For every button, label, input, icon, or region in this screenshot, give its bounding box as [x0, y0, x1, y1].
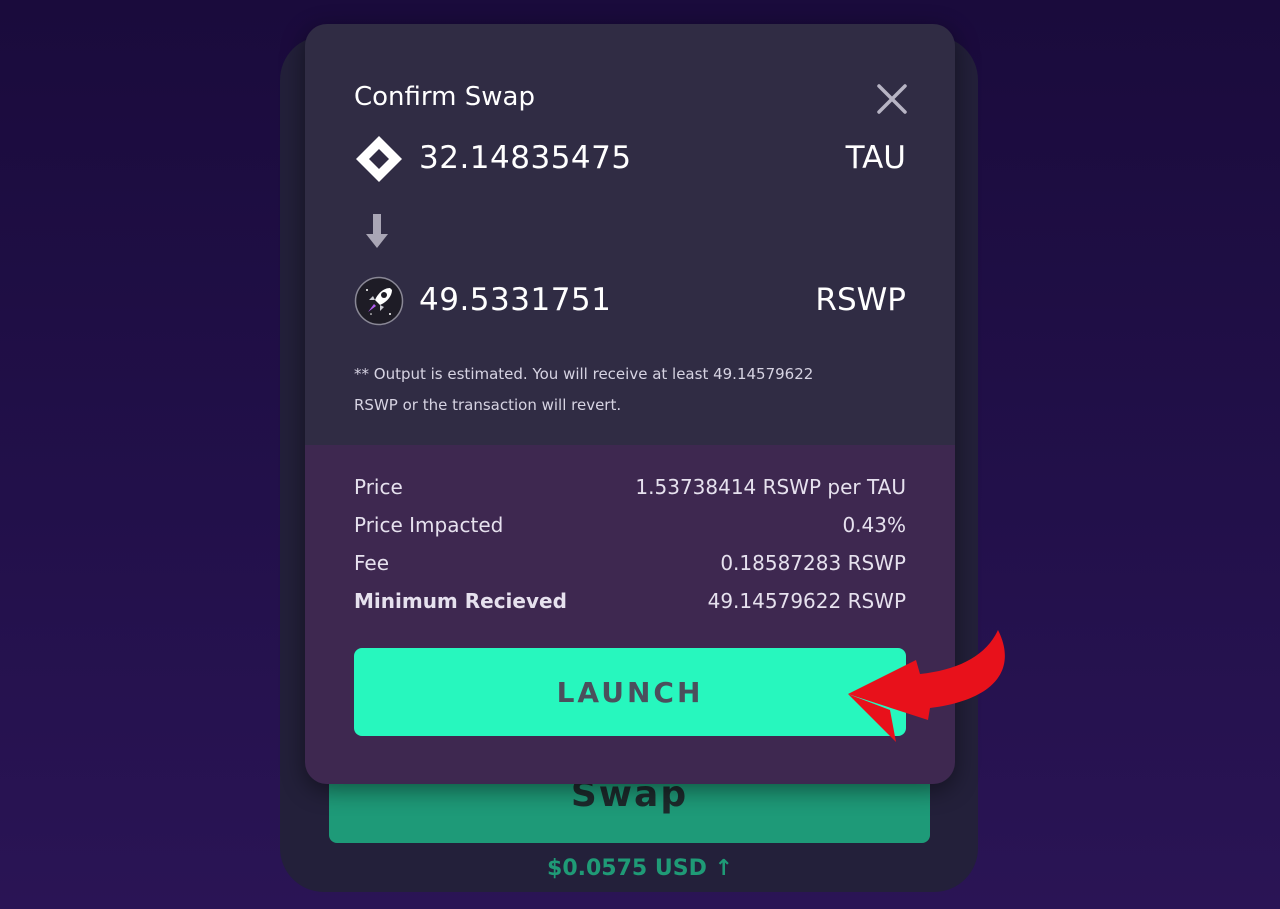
detail-value: 1.53738414 RSWP per TAU [635, 475, 906, 499]
detail-label: Minimum Recieved [354, 589, 567, 613]
launch-button[interactable]: LAUNCH [354, 648, 906, 736]
estimate-note-line1: ** Output is estimated. You will receive… [354, 365, 814, 383]
rocket-icon [354, 276, 404, 326]
detail-value: 0.18587283 RSWP [720, 551, 906, 575]
close-icon[interactable] [875, 82, 909, 116]
detail-label: Price [354, 475, 403, 499]
modal-header-section: Confirm Swap 32.14835475 TAU 49.5331751 … [305, 24, 955, 445]
usd-value: $0.0575 USD ↑ [547, 856, 733, 881]
from-amount: 32.14835475 [419, 140, 632, 176]
tau-diamond-icon [354, 134, 404, 184]
to-token-row: 49.5331751 RSWP [354, 276, 906, 328]
to-symbol: RSWP [815, 282, 906, 318]
detail-row-minimum-received: Minimum Recieved 49.14579622 RSWP [354, 589, 906, 619]
estimate-note: ** Output is estimated. You will receive… [354, 359, 824, 421]
detail-row-price-impact: Price Impacted 0.43% [354, 513, 906, 543]
detail-row-fee: Fee 0.18587283 RSWP [354, 551, 906, 581]
detail-value: 0.43% [842, 513, 906, 537]
modal-title: Confirm Swap [354, 82, 535, 112]
estimate-note-line2: RSWP or the transaction will revert. [354, 396, 622, 414]
from-token-row: 32.14835475 TAU [354, 134, 906, 186]
from-symbol: TAU [845, 140, 906, 176]
detail-label: Fee [354, 551, 390, 575]
arrow-down-icon [365, 212, 389, 250]
to-amount: 49.5331751 [419, 282, 612, 318]
detail-value: 49.14579622 RSWP [707, 589, 906, 613]
detail-row-price: Price 1.53738414 RSWP per TAU [354, 475, 906, 505]
detail-label: Price Impacted [354, 513, 504, 537]
red-curved-arrow-icon [840, 622, 1020, 747]
